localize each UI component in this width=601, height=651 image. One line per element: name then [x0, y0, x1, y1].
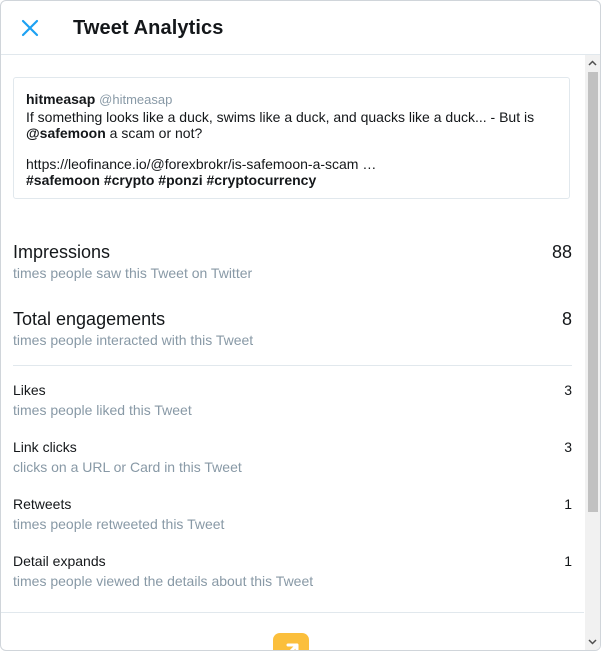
metric-impressions: Impressions 88 times people saw this Twe… — [13, 242, 572, 286]
modal-title: Tweet Analytics — [73, 17, 224, 39]
metric-detail-expands: Detail expands 1 times people viewed the… — [13, 553, 572, 593]
tweet-text-part2: a scam or not? — [105, 125, 203, 141]
metric-label: Total engagements — [13, 309, 166, 329]
metric-total-engagements: Total engagements 8 times people interac… — [13, 309, 572, 353]
divider — [13, 365, 572, 366]
metric-label: Detail expands — [13, 553, 106, 569]
hashtag[interactable]: #ponzi — [158, 172, 202, 188]
metric-value: 88 — [551, 242, 572, 262]
scrollbar-thumb[interactable] — [588, 72, 598, 512]
divider — [1, 612, 584, 613]
modal-content: hitmeasap @hitmeasap If something looks … — [1, 55, 584, 650]
metric-value: 3 — [564, 439, 572, 455]
tweet-link[interactable]: https://leofinance.io/@forexbrokr/is-saf… — [26, 156, 557, 173]
tweet-author-line: hitmeasap @hitmeasap — [26, 91, 557, 109]
tweet-text: If something looks like a duck, swims li… — [26, 109, 557, 142]
hashtag[interactable]: #cryptocurrency — [207, 172, 317, 188]
metric-description: times people liked this Tweet — [13, 402, 192, 418]
metric-description: times people retweeted this Tweet — [13, 516, 225, 532]
metric-description: times people saw this Tweet on Twitter — [13, 265, 253, 281]
metric-label: Likes — [13, 382, 46, 398]
tweet-text-part1: If something looks like a duck, swims li… — [26, 108, 535, 125]
tweet-handle[interactable]: @hitmeasap — [99, 92, 172, 107]
hashtag[interactable]: #crypto — [104, 172, 155, 188]
scroll-up-arrow-icon[interactable] — [585, 55, 600, 72]
tweet-author[interactable]: hitmeasap — [26, 91, 95, 107]
modal-header: Tweet Analytics — [1, 1, 600, 55]
tweet-card[interactable]: hitmeasap @hitmeasap If something looks … — [13, 77, 570, 199]
metric-label: Retweets — [13, 496, 72, 512]
close-icon[interactable] — [19, 17, 41, 39]
metric-retweets: Retweets 1 times people retweeted this T… — [13, 496, 572, 536]
metric-value: 1 — [564, 496, 572, 512]
scroll-down-arrow-icon[interactable] — [585, 633, 600, 650]
vertical-scrollbar[interactable] — [585, 55, 600, 650]
tweet-hashtags: #safemoon #crypto #ponzi #cryptocurrency — [26, 172, 557, 189]
tweet-analytics-modal: Tweet Analytics hitmeasap @hitmeasap If … — [0, 0, 601, 651]
metric-label: Impressions — [13, 242, 111, 262]
metric-value: 8 — [561, 309, 572, 329]
metric-link-clicks: Link clicks 3 clicks on a URL or Card in… — [13, 439, 572, 479]
hashtag[interactable]: #safemoon — [26, 172, 100, 188]
metric-likes: Likes 3 times people liked this Tweet — [13, 382, 572, 422]
metric-label: Link clicks — [13, 439, 77, 455]
metric-description: times people viewed the details about th… — [13, 573, 314, 589]
metric-value: 1 — [564, 553, 572, 569]
promote-icon[interactable] — [273, 633, 309, 650]
metric-description: times people interacted with this Tweet — [13, 332, 254, 348]
metric-description: clicks on a URL or Card in this Tweet — [13, 459, 242, 475]
metric-value: 3 — [564, 382, 572, 398]
tweet-mention[interactable]: @safemoon — [26, 125, 106, 141]
